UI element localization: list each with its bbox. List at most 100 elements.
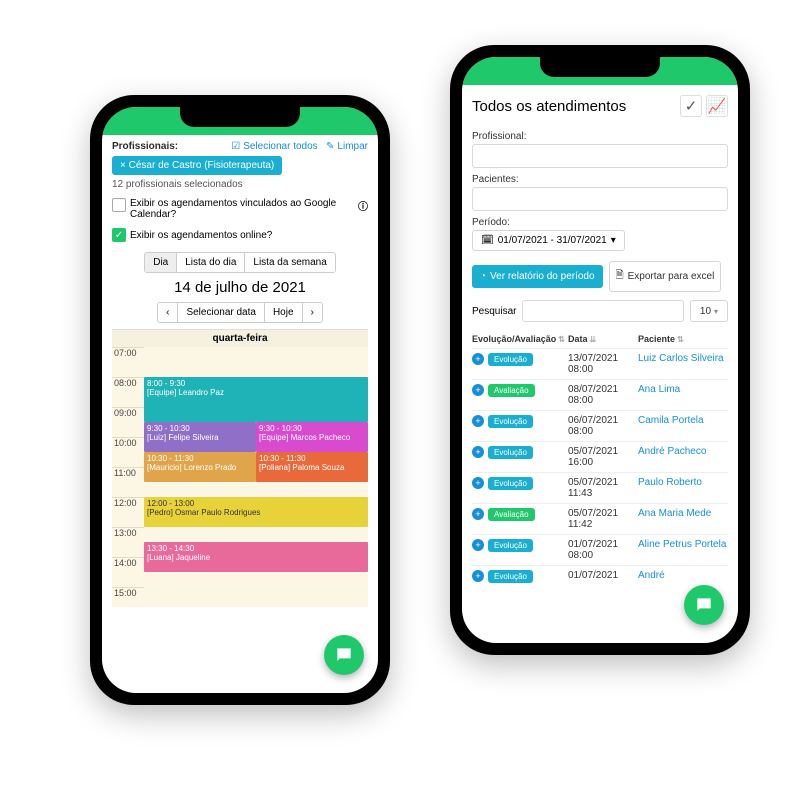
hour-label: 11:00	[112, 467, 144, 497]
search-label: Pesquisar	[472, 306, 516, 317]
pagesize-select[interactable]: 10 ▾	[690, 300, 728, 322]
check-icon: ☑	[231, 141, 240, 152]
record-tag[interactable]: Evolução	[488, 415, 533, 428]
record-tag[interactable]: Evolução	[488, 353, 533, 366]
calendar-grid[interactable]: 07:0008:0009:0010:0011:0012:0013:0014:00…	[112, 347, 368, 607]
select-all-link[interactable]: ☑ Selecionar todos	[231, 141, 317, 152]
table-row: + Evolução 05/07/202116:00André Pacheco	[472, 441, 728, 472]
screen-content: Todos os atendimentos ✓ 📈 Profissional: …	[462, 85, 738, 643]
patient-link[interactable]: André Pacheco	[638, 446, 728, 457]
professionals-label: Profissionais:	[112, 141, 178, 152]
calendar-event[interactable]: 9:30 - 10:30[Equipe] Marcos Pacheco	[256, 422, 368, 452]
period-picker[interactable]: 🗓 01/07/2021 - 31/07/2021 ▾	[472, 230, 625, 251]
table-header: Evolução/Avaliação⇅ Data⇊ Paciente⇅	[472, 330, 728, 348]
date-cell: 05/07/202116:00	[568, 446, 638, 468]
patient-link[interactable]: Camila Portela	[638, 415, 728, 426]
export-button[interactable]: 🗎 Exportar para excel	[609, 261, 722, 292]
patient-link[interactable]: André	[638, 570, 728, 581]
pager-today[interactable]: Hoje	[265, 303, 303, 322]
seg-weeklist[interactable]: Lista da semana	[245, 253, 334, 272]
calendar-event[interactable]: 8:00 - 9:30[Equipe] Leandro Paz	[144, 377, 368, 422]
calendar-weekday: quarta-feira	[112, 329, 368, 347]
record-tag[interactable]: Evolução	[488, 539, 533, 552]
col-patient-label: Paciente	[638, 334, 675, 344]
chat-fab[interactable]	[324, 635, 364, 675]
patient-link[interactable]: Paulo Roberto	[638, 477, 728, 488]
patient-link[interactable]: Luiz Carlos Silveira	[638, 353, 728, 364]
info-icon[interactable]: ⓘ	[358, 198, 368, 213]
record-tag[interactable]: Avaliação	[488, 508, 535, 521]
expand-icon[interactable]: +	[472, 539, 484, 551]
selected-count: 12 profissionais selecionados	[112, 179, 368, 190]
date-cell: 01/07/202108:00	[568, 539, 638, 561]
date-cell: 05/07/202111:42	[568, 508, 638, 530]
record-tag[interactable]: Avaliação	[488, 384, 535, 397]
calendar-event[interactable]: 12:00 - 13:00[Pedro] Osmar Paulo Rodrigu…	[144, 497, 368, 527]
clear-label: Limpar	[337, 141, 368, 152]
chat-icon	[694, 595, 714, 615]
expand-icon[interactable]: +	[472, 508, 484, 520]
date-pager: ‹ Selecionar data Hoje ›	[157, 302, 323, 323]
col-date-label: Data	[568, 334, 588, 344]
phone-notch	[180, 105, 300, 127]
sort-icon: ⇅	[558, 335, 565, 344]
google-calendar-checkbox[interactable]	[112, 198, 126, 212]
pager-prev[interactable]: ‹	[158, 303, 178, 322]
calendar-event[interactable]: 10:30 - 11:30[Poliana] Paloma Souza	[256, 452, 368, 482]
professional-chip[interactable]: × César de Castro (Fisioterapeuta)	[112, 156, 282, 175]
seg-daylist[interactable]: Lista do dia	[177, 253, 245, 272]
patients-input[interactable]	[472, 187, 728, 211]
patient-link[interactable]: Ana Maria Mede	[638, 508, 728, 519]
clear-link[interactable]: ✎ Limpar	[326, 141, 368, 152]
expand-icon[interactable]: +	[472, 446, 484, 458]
table-row: + Avaliação 05/07/202111:42Ana Maria Mede	[472, 503, 728, 534]
patient-link[interactable]: Aline Petrus Portela	[638, 539, 728, 550]
calendar-event[interactable]: 9:30 - 10:30[Luiz] Felipe Silveira	[144, 422, 256, 452]
date-cell: 08/07/202108:00	[568, 384, 638, 406]
page-title: Todos os atendimentos	[472, 98, 676, 115]
calendar-event[interactable]: 13:30 - 14:30[Luana] Jaqueline	[144, 542, 368, 572]
col-ev-label: Evolução/Avaliação	[472, 334, 556, 344]
expand-icon[interactable]: +	[472, 477, 484, 489]
hour-label: 15:00	[112, 587, 144, 607]
sort-icon: ⇅	[677, 335, 684, 344]
col-patient[interactable]: Paciente⇅	[638, 330, 728, 348]
table-row: +Evolução01/07/2021André	[472, 565, 728, 587]
hour-label: 09:00	[112, 407, 144, 437]
patient-link[interactable]: Ana Lima	[638, 384, 728, 395]
col-evolution[interactable]: Evolução/Avaliação⇅	[472, 330, 568, 348]
phone-right: Todos os atendimentos ✓ 📈 Profissional: …	[450, 45, 750, 655]
hour-label: 12:00	[112, 497, 144, 527]
online-label: Exibir os agendamentos online?	[130, 230, 272, 241]
col-date[interactable]: Data⇊	[568, 330, 638, 348]
select-all-label: Selecionar todos	[243, 141, 318, 152]
search-input[interactable]	[522, 300, 684, 322]
record-tag[interactable]: Evolução	[488, 477, 533, 490]
caret-down-icon: ▾	[611, 235, 616, 246]
expand-icon[interactable]: +	[472, 353, 484, 365]
calendar-event[interactable]: 10:30 - 11:30[Mauricio] Lorenzo Prado	[144, 452, 256, 482]
brush-icon: ✎	[326, 141, 334, 152]
online-checkbox[interactable]: ✓	[112, 228, 126, 242]
expand-icon[interactable]: +	[472, 570, 484, 582]
hour-label: 07:00	[112, 347, 144, 377]
export-label: Exportar para excel	[628, 271, 715, 282]
seg-day[interactable]: Dia	[145, 253, 177, 272]
expand-icon[interactable]: +	[472, 384, 484, 396]
chat-fab[interactable]	[684, 585, 724, 625]
chart-iconbtn[interactable]: 📈	[706, 95, 728, 117]
check-iconbtn[interactable]: ✓	[680, 95, 702, 117]
piechart-icon: ◔	[480, 271, 486, 282]
pager-next[interactable]: ›	[303, 303, 322, 322]
professional-input[interactable]	[472, 144, 728, 168]
pager-pick[interactable]: Selecionar data	[178, 303, 265, 322]
expand-icon[interactable]: +	[472, 415, 484, 427]
report-button[interactable]: ◔ Ver relatório do período	[472, 265, 603, 288]
period-value: 01/07/2021 - 31/07/2021	[498, 235, 607, 246]
table-row: +Evolução05/07/202111:43Paulo Roberto	[472, 472, 728, 503]
table-row: +Evolução13/07/202108:00Luiz Carlos Silv…	[472, 348, 728, 379]
table-body: +Evolução13/07/202108:00Luiz Carlos Silv…	[472, 348, 728, 587]
date-title: 14 de julho de 2021	[112, 279, 368, 296]
record-tag[interactable]: Evolução	[488, 570, 533, 583]
record-tag[interactable]: Evolução	[488, 446, 533, 459]
